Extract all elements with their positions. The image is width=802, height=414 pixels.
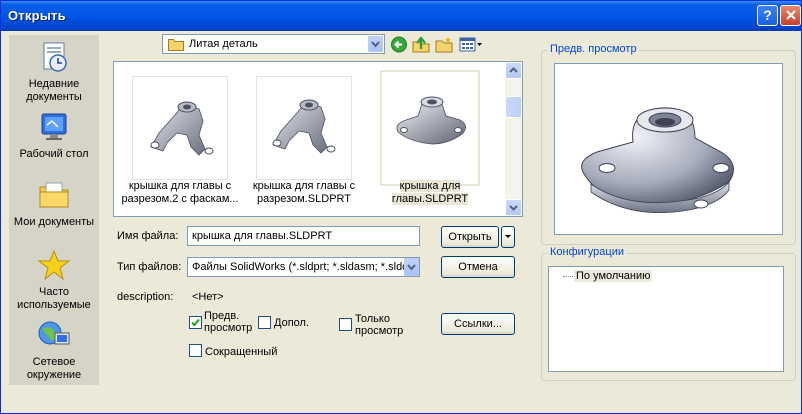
short-checkbox[interactable] <box>189 344 202 357</box>
places-bar: Недавние документы Рабочий стол Мои доку… <box>9 35 99 385</box>
chevron-down-icon <box>509 205 518 211</box>
view-menu-icon[interactable] <box>459 36 483 53</box>
desktop-icon <box>41 113 67 140</box>
places-label: Рабочий стол <box>19 148 89 160</box>
filetype-select[interactable]: Файлы SolidWorks (*.sldprt; *.sldasm; *.… <box>187 257 420 277</box>
places-item-favorites[interactable]: Часто используемые <box>9 249 99 312</box>
places-label: Часто используемые <box>17 286 91 311</box>
chevron-down-icon <box>371 41 380 48</box>
file-thumbnail[interactable] <box>256 76 352 180</box>
filename-label: Имя файла: <box>117 230 179 242</box>
preview-checkbox[interactable] <box>189 316 202 329</box>
part-bracket-icon <box>150 101 214 156</box>
tree-connector <box>563 276 573 277</box>
file-name-selected[interactable]: крышка для главы.SLDPRT <box>370 180 490 206</box>
preview-pane <box>554 63 783 235</box>
filetype-value: Файлы SolidWorks (*.sldprt; *.sldasm; *.… <box>192 261 409 273</box>
new-folder-icon[interactable] <box>435 36 453 53</box>
close-icon <box>785 10 796 20</box>
places-item-mydocs[interactable]: Мои документы <box>9 179 99 229</box>
folder-icon <box>168 39 184 51</box>
help-button[interactable]: ? <box>757 5 778 26</box>
chevron-up-icon <box>509 67 518 73</box>
title-bar[interactable]: Открыть ? <box>1 1 801 31</box>
file-list[interactable]: крышка для главы с разрезом.2 с фаскам..… <box>113 61 523 217</box>
file-thumbnail-selected[interactable] <box>380 70 480 186</box>
links-button[interactable]: Ссылки... <box>441 313 515 335</box>
my-documents-icon <box>39 182 69 208</box>
short-checkbox-label: Сокращенный <box>205 346 278 358</box>
favorites-star-icon <box>37 249 71 281</box>
network-icon <box>38 321 70 345</box>
file-list-scrollbar[interactable] <box>505 62 522 216</box>
up-folder-icon[interactable] <box>412 36 430 53</box>
preview-group-title: Предв. просмотр <box>548 43 639 55</box>
part-preview-image <box>581 107 734 214</box>
places-item-recent[interactable]: Недавние документы <box>9 41 99 104</box>
scroll-down-button[interactable] <box>505 199 522 216</box>
part-bracket-icon <box>272 99 336 154</box>
chevron-down-icon <box>407 264 416 271</box>
file-thumbnail[interactable] <box>132 76 228 180</box>
file-name[interactable]: крышка для главы с разрезом.SLDPRT <box>244 180 364 206</box>
config-tree[interactable]: По умолчанию <box>548 266 784 372</box>
places-item-desktop[interactable]: Рабочий стол <box>9 111 99 161</box>
places-label: Недавние документы <box>26 78 82 103</box>
cancel-button[interactable]: Отмена <box>441 256 515 278</box>
open-button[interactable]: Открыть <box>441 226 499 248</box>
recent-documents-icon <box>43 42 67 72</box>
config-item[interactable]: По умолчанию <box>574 270 653 282</box>
readonly-checkbox[interactable] <box>339 318 352 331</box>
description-value: <Нет> <box>192 291 224 303</box>
look-in-combo[interactable]: Литая деталь <box>162 34 385 54</box>
scroll-thumb[interactable] <box>505 96 522 118</box>
chevron-down-icon <box>505 235 511 238</box>
description-label: description: <box>117 291 174 303</box>
filetype-label: Тип файлов: <box>117 261 182 273</box>
window-title: Открыть <box>8 8 66 23</box>
close-button[interactable] <box>780 5 801 26</box>
look-in-dropdown-button[interactable] <box>368 36 383 52</box>
open-dialog: Открыть ? Недавние документы Рабочий сто… <box>0 0 802 414</box>
places-label: Сетевое окружение <box>26 356 82 381</box>
config-group-title: Конфигурации <box>548 246 627 258</box>
checkmark-icon <box>191 318 200 327</box>
filename-input[interactable]: крышка для главы.SLDPRT <box>187 226 420 246</box>
preview-checkbox-label: Предв. просмотр <box>204 310 253 334</box>
back-arrow-icon[interactable] <box>390 36 408 53</box>
places-item-network[interactable]: Сетевое окружение <box>9 319 99 382</box>
filetype-dropdown-button[interactable] <box>404 258 419 276</box>
readonly-checkbox-label: Только просмотр <box>355 313 404 337</box>
look-in-folder: Литая деталь <box>189 38 258 50</box>
places-label: Мои документы <box>13 216 95 228</box>
file-name[interactable]: крышка для главы с разрезом.2 с фаскам..… <box>120 180 240 206</box>
additional-checkbox[interactable] <box>258 316 271 329</box>
scroll-up-button[interactable] <box>505 62 522 79</box>
open-options-button[interactable] <box>501 226 515 248</box>
additional-checkbox-label: Допол. <box>274 317 309 329</box>
part-cover-icon <box>396 96 466 145</box>
